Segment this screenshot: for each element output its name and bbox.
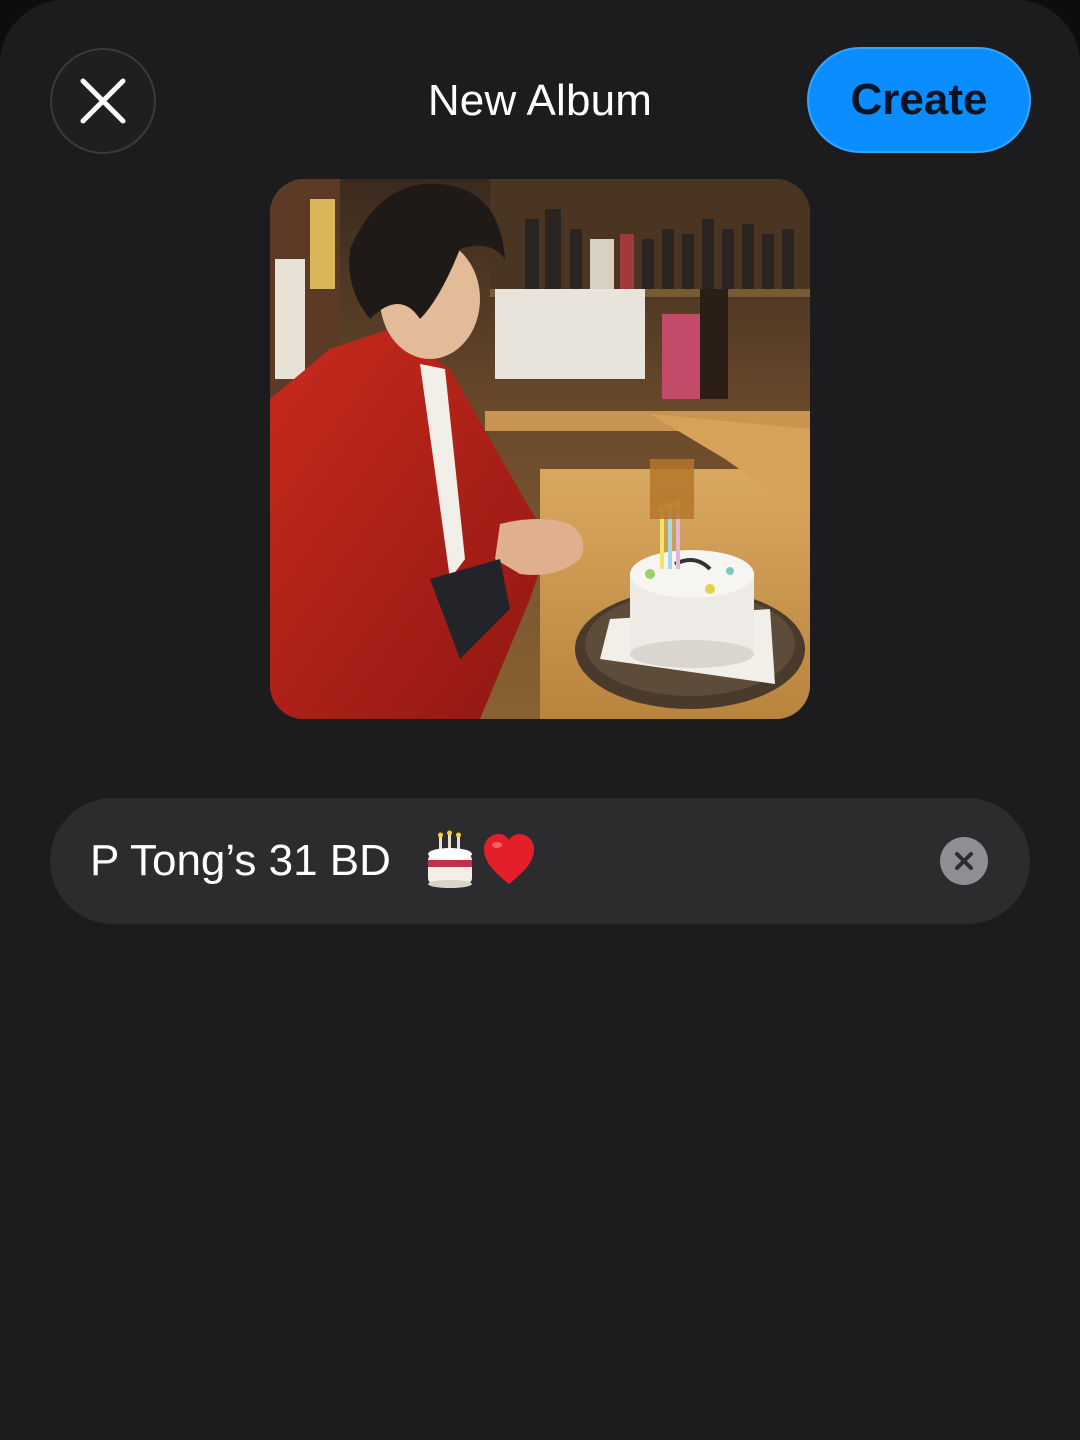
album-cover-photo[interactable]: [270, 179, 810, 719]
create-button[interactable]: Create: [807, 47, 1031, 153]
album-name-field[interactable]: P Tong’s 31 BD: [50, 798, 1030, 924]
red-heart-emoji: [484, 834, 534, 884]
album-name-value: P Tong’s 31 BD: [90, 836, 391, 885]
close-icon: [80, 78, 126, 124]
new-album-sheet: New Album Create P Tong’s 31 BD: [0, 0, 1080, 1440]
close-button[interactable]: [50, 48, 156, 154]
clear-text-button[interactable]: [940, 837, 988, 885]
album-name-text: P Tong’s 31 BD: [90, 798, 391, 924]
page-title: New Album: [427, 76, 653, 125]
clear-text-icon: [955, 852, 973, 870]
cover-photo-illustration: [270, 179, 810, 719]
birthday-cake-emoji: [428, 830, 472, 888]
